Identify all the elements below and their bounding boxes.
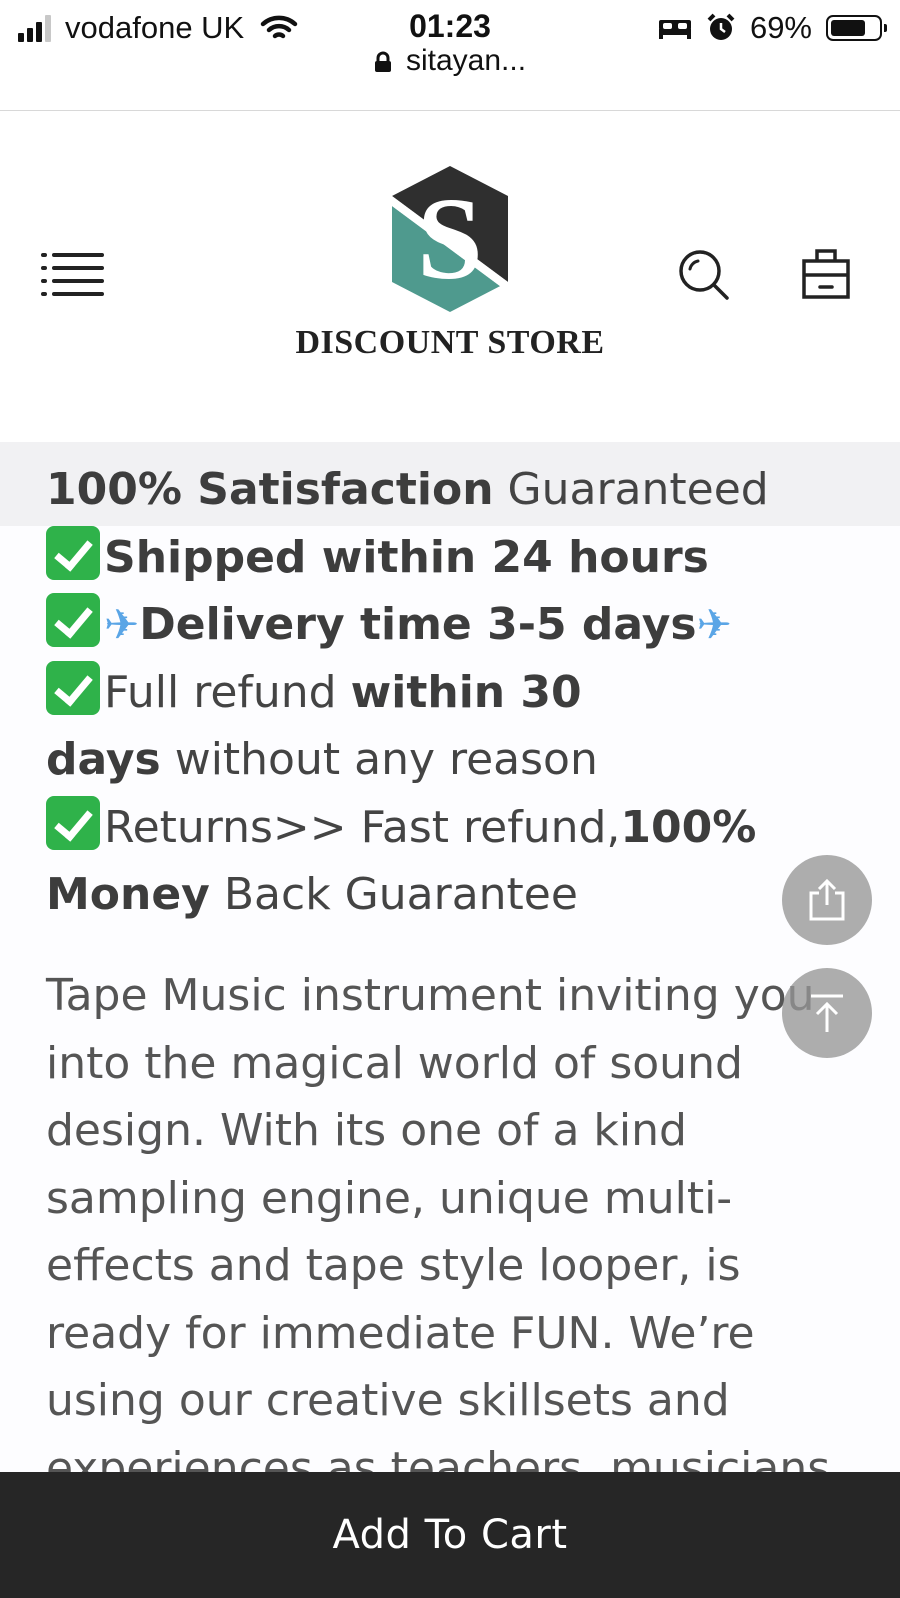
cart-button[interactable]: [800, 245, 852, 301]
description-text: Tape Music instrument inviting you into …: [46, 970, 831, 1472]
guarantee-returns: Returns>> Fast refund,100% Money Back Gua…: [46, 794, 876, 929]
store-logo[interactable]: S DISCOUNT STORE: [250, 166, 650, 362]
logo-mark: S: [392, 166, 508, 312]
check-icon: [46, 660, 100, 715]
battery-icon: [826, 15, 887, 41]
menu-button[interactable]: [40, 251, 106, 299]
battery-percent: 69%: [749, 10, 812, 45]
lock-icon: [374, 51, 391, 73]
search-icon: [679, 250, 729, 300]
shopping-bag-icon: [802, 249, 850, 299]
url-text: sitayan...: [405, 44, 527, 77]
add-to-cart-label: Add To Cart: [332, 1512, 568, 1558]
guarantee-satisfaction: 100% Satisfaction Guaranteed: [46, 464, 769, 515]
url-bar[interactable]: sitayan...: [0, 44, 900, 78]
alarm-icon: [707, 13, 735, 40]
site-header: S DISCOUNT STORE: [0, 111, 900, 441]
guarantee-delivery: ✈Delivery time 3-5 days✈: [46, 591, 876, 659]
status-right: 69%: [658, 10, 887, 46]
guarantee-refund: Full refund within 30 days without any re…: [46, 659, 876, 794]
search-button[interactable]: [676, 247, 732, 303]
airplane-icon: ✈: [104, 600, 140, 649]
status-bar: vodafone UK 01:23 sitayan... 69%: [0, 0, 900, 111]
check-icon: [46, 795, 100, 850]
product-description: 100% Satisfaction Guaranteed Shipped wit…: [0, 442, 900, 1472]
bed-icon: [658, 20, 691, 39]
back-to-top-button[interactable]: [782, 968, 872, 1058]
guarantee-list: 100% Satisfaction Guaranteed Shipped wit…: [46, 456, 876, 929]
store-name: DISCOUNT STORE: [295, 324, 605, 361]
check-icon: [46, 593, 100, 647]
menu-icon: [41, 253, 104, 296]
share-button[interactable]: [782, 855, 872, 945]
add-to-cart-button[interactable]: Add To Cart: [0, 1472, 900, 1598]
share-icon: [809, 878, 845, 921]
back-to-top-icon: [811, 994, 843, 1032]
logo-letter: S: [417, 173, 483, 304]
airplane-icon: ✈: [696, 600, 732, 649]
check-icon: [46, 525, 100, 580]
guarantee-shipping: Shipped within 24 hours: [46, 524, 876, 592]
